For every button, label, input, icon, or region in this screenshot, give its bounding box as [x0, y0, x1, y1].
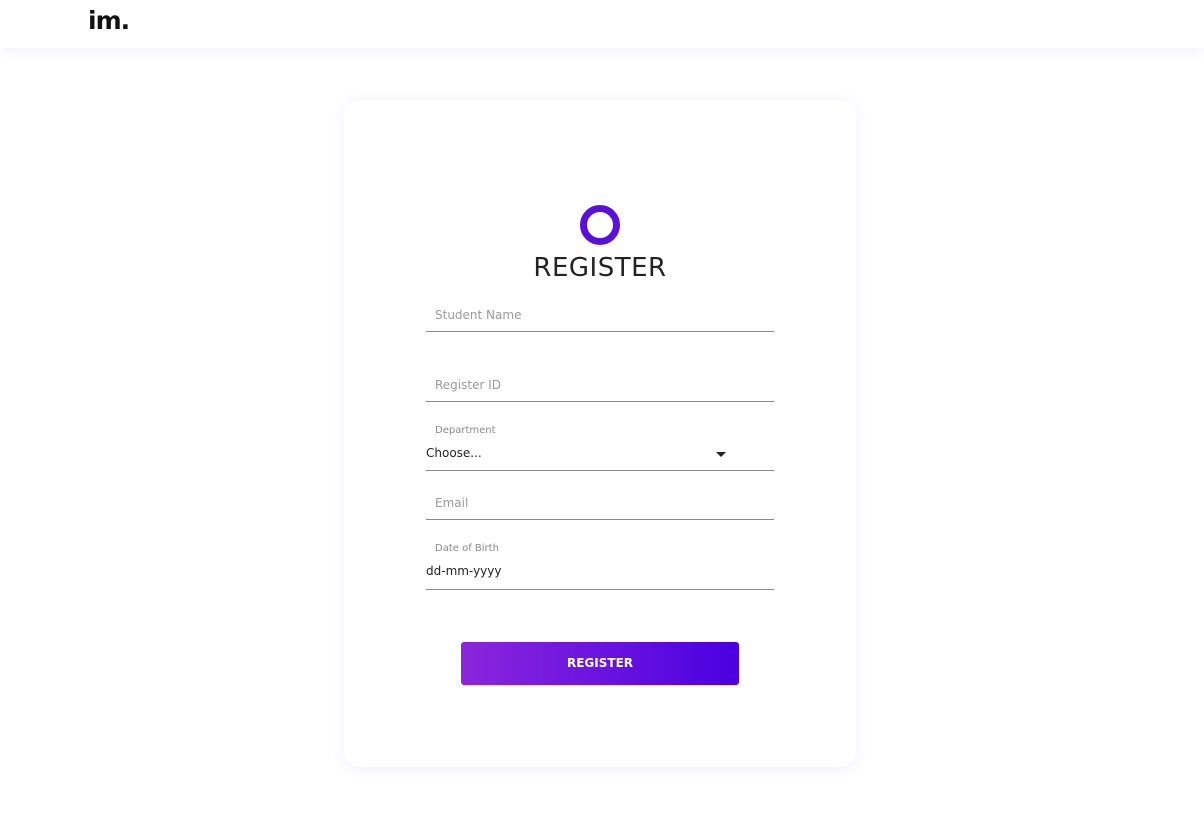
student-name-field[interactable]: Student Name — [426, 300, 774, 332]
department-selected-value: Choose... — [426, 446, 482, 460]
student-name-placeholder: Student Name — [435, 308, 522, 322]
department-select[interactable]: Department Choose... — [426, 425, 774, 471]
date-of-birth-field[interactable]: Date of Birth dd-mm-yyyy — [426, 543, 774, 590]
department-label: Department — [435, 425, 496, 436]
chevron-down-icon — [716, 452, 726, 457]
email-placeholder: Email — [435, 496, 469, 510]
register-id-field[interactable]: Register ID — [426, 370, 774, 402]
register-button[interactable]: REGISTER — [461, 642, 739, 685]
date-of-birth-label: Date of Birth — [435, 543, 499, 554]
top-navbar: im. — [0, 0, 1204, 48]
ring-icon — [580, 205, 620, 245]
date-of-birth-value: dd-mm-yyyy — [426, 564, 502, 578]
register-card: REGISTER Student Name Register ID Depart… — [344, 100, 856, 767]
email-field[interactable]: Email — [426, 490, 774, 520]
brand-logo[interactable]: im. — [88, 6, 130, 35]
form-title: REGISTER — [533, 253, 667, 283]
register-id-placeholder: Register ID — [435, 378, 501, 392]
